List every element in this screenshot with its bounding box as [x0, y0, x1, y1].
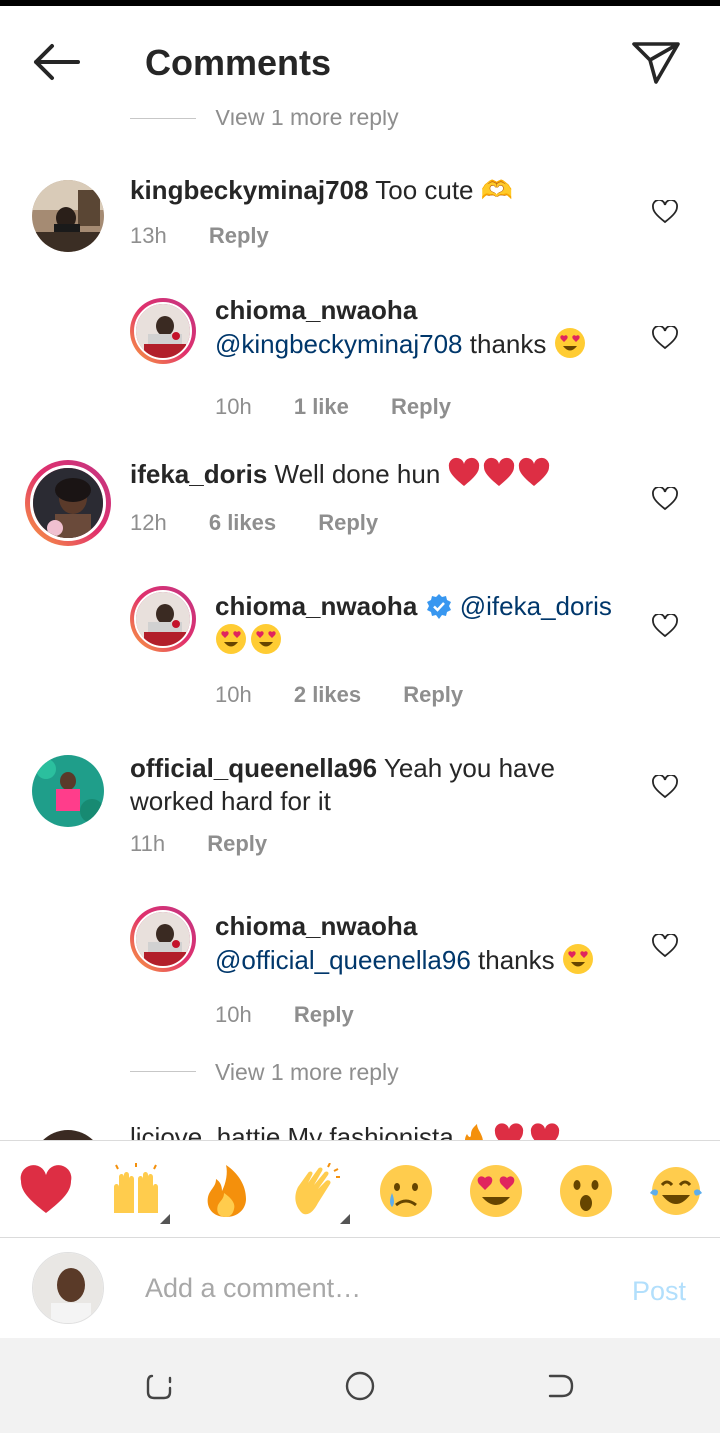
post-button[interactable]: Post [632, 1276, 686, 1307]
comment-username[interactable]: chioma_nwaoha [215, 911, 417, 941]
clapping-hands-reaction[interactable] [288, 1163, 344, 1219]
avatar[interactable] [32, 1252, 104, 1324]
heart-icon[interactable] [652, 200, 678, 224]
avatar[interactable] [134, 910, 192, 968]
red-heart-reaction[interactable] [18, 1163, 74, 1219]
avatar[interactable] [32, 180, 104, 252]
heart-icon[interactable] [652, 775, 678, 799]
mention-link[interactable]: @official_queenella96 [215, 945, 471, 975]
recents-icon[interactable] [142, 1368, 178, 1404]
view-more-replies-link[interactable]: View 1 more reply [215, 110, 399, 131]
system-nav-bar [0, 1338, 720, 1433]
avatar[interactable] [134, 302, 192, 360]
heart-icon[interactable] [652, 614, 678, 638]
comment-composer: Post [0, 1238, 720, 1338]
comment-username[interactable]: official_queenella96 [130, 753, 377, 783]
comment-text: Too cute 🫶 [375, 175, 514, 205]
avatar[interactable] [134, 590, 192, 648]
divider [130, 118, 196, 119]
reply-button[interactable]: Reply [207, 831, 267, 856]
comment-time: 12h [130, 510, 167, 535]
comment-username[interactable]: chioma_nwaoha [215, 295, 417, 325]
avatar[interactable] [32, 1130, 104, 1140]
likes-count[interactable]: 2 likes [294, 682, 361, 707]
verified-badge-icon [426, 594, 451, 619]
comment-username[interactable]: ifeka_doris [130, 459, 267, 489]
skin-tone-indicator [160, 1214, 170, 1224]
reply-button[interactable]: Reply [294, 1002, 354, 1027]
page-title: Comments [145, 42, 332, 83]
comment-time: 10h [215, 682, 252, 707]
mention-link[interactable]: @kingbeckyminaj708 [215, 329, 463, 359]
avatar[interactable] [30, 465, 106, 541]
comment-username[interactable]: chioma_nwaoha [215, 591, 417, 621]
quick-reactions-bar [0, 1140, 720, 1238]
home-icon[interactable] [342, 1368, 378, 1404]
heart-icon[interactable] [652, 934, 678, 958]
avatar[interactable] [32, 755, 104, 827]
back-nav-icon[interactable] [542, 1368, 578, 1404]
comment-time: 10h [215, 1002, 252, 1027]
comment-input[interactable] [145, 1268, 605, 1308]
back-arrow-icon[interactable] [30, 40, 82, 84]
likes-count[interactable]: 6 likes [209, 510, 276, 535]
skin-tone-indicator [340, 1214, 350, 1224]
divider [130, 1071, 196, 1072]
comment-text: Well done hun [274, 459, 441, 489]
reply-button[interactable]: Reply [209, 223, 269, 248]
comment-time: 10h [215, 394, 252, 419]
heart-icon[interactable] [652, 326, 678, 350]
send-icon[interactable] [630, 38, 682, 86]
raising-hands-reaction[interactable] [108, 1163, 164, 1219]
fire-reaction[interactable] [198, 1163, 254, 1219]
comment-text: thanks [478, 945, 555, 975]
view-more-replies-link[interactable]: View 1 more reply [215, 1059, 399, 1086]
comment-username[interactable]: kingbeckyminaj708 [130, 175, 368, 205]
reply-button[interactable]: Reply [318, 510, 378, 535]
surprised-face-reaction[interactable] [558, 1163, 614, 1219]
heart-eyes-emoji [562, 944, 593, 974]
crying-face-reaction[interactable] [378, 1163, 434, 1219]
heart-eyes-emoji [554, 328, 585, 358]
header: Comments [0, 6, 720, 110]
tears-of-joy-reaction[interactable] [648, 1163, 704, 1219]
reply-button[interactable]: Reply [403, 682, 463, 707]
heart-eyes-emoji [215, 623, 645, 657]
comment-text: liciove_hattie My fashionista [130, 1122, 561, 1140]
comment-text: thanks [469, 329, 547, 359]
reply-button[interactable]: Reply [391, 394, 451, 419]
comment-time: 11h [130, 831, 166, 856]
heart-eyes-reaction[interactable] [468, 1163, 524, 1219]
hearts-emoji [448, 457, 550, 489]
mention-link[interactable]: @ifeka_doris [460, 591, 612, 621]
heart-icon[interactable] [652, 487, 678, 511]
comment-time: 13h [130, 223, 167, 248]
comments-feed[interactable]: View 1 more reply kingbeckyminaj708 Too … [0, 110, 720, 1140]
likes-count[interactable]: 1 like [294, 394, 349, 419]
